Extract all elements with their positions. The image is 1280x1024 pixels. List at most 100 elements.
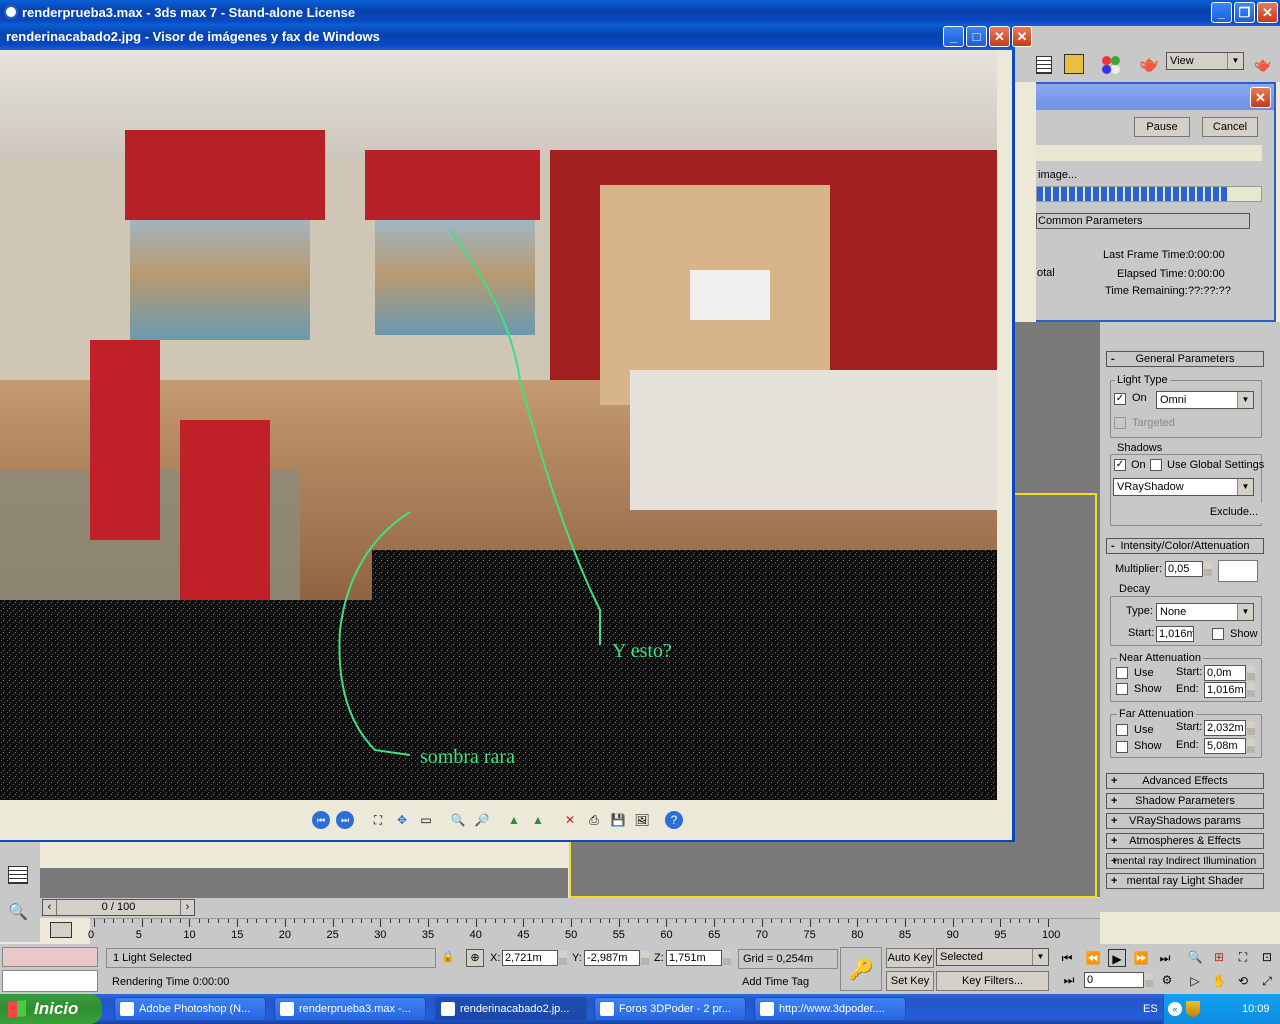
quick-render-icon[interactable]: 🫖 bbox=[1252, 56, 1274, 76]
delete-icon[interactable]: ✕ bbox=[561, 811, 579, 829]
time-config-icon[interactable]: ⚙ bbox=[1158, 971, 1176, 989]
exclude-button[interactable]: Exclude... bbox=[1206, 503, 1262, 523]
use-global-checkbox[interactable] bbox=[1150, 459, 1162, 471]
max-minimize-button[interactable]: _ bbox=[1211, 2, 1232, 23]
image-viewer-title-bar[interactable]: renderinacabado2.jpg - Visor de imágenes… bbox=[0, 24, 1015, 50]
taskbar-item-3dpoder-url[interactable]: http://www.3dpoder.... bbox=[754, 997, 906, 1021]
far-start-spinner[interactable]: 2,032m bbox=[1204, 720, 1255, 736]
max-title-bar[interactable]: renderprueba3.max - 3ds max 7 - Stand-al… bbox=[0, 0, 1280, 26]
shadow-type-dropdown[interactable]: VRayShadow ▼ bbox=[1113, 478, 1254, 496]
prev-frame-icon[interactable]: ⏪ bbox=[1084, 949, 1102, 967]
tray-clock[interactable]: 10:09 bbox=[1242, 994, 1270, 1024]
mental-ray-light-shader-rollout[interactable]: + mental ray Light Shader bbox=[1106, 873, 1264, 889]
taskbar-item-photoshop[interactable]: Adobe Photoshop (N... bbox=[114, 997, 266, 1021]
security-shield-icon[interactable] bbox=[1186, 1001, 1200, 1017]
trackbar-area[interactable] bbox=[40, 868, 568, 898]
targeted-checkbox[interactable] bbox=[1114, 417, 1126, 429]
current-frame-field[interactable]: 0 bbox=[1084, 972, 1153, 988]
light-color-swatch[interactable] bbox=[1218, 560, 1258, 582]
key-filters-button[interactable]: Key Filters... bbox=[936, 971, 1049, 991]
atmospheres-effects-rollout[interactable]: + Atmospheres & Effects bbox=[1106, 833, 1264, 849]
zoom-icon[interactable]: 🔍 bbox=[1186, 948, 1204, 966]
extra-close-button[interactable]: ✕ bbox=[1012, 26, 1032, 47]
render-view-dropdown[interactable]: View ▼ bbox=[1166, 52, 1244, 70]
best-fit-icon[interactable]: ⛶ bbox=[369, 811, 387, 829]
mental-ray-indirect-rollout[interactable]: + mental ray Indirect Illumination bbox=[1106, 853, 1264, 869]
cancel-button[interactable]: Cancel bbox=[1202, 117, 1258, 137]
render-scene-icon[interactable]: 🫖 bbox=[1138, 54, 1160, 76]
near-show-checkbox[interactable] bbox=[1116, 683, 1128, 695]
transform-type-in-icon[interactable]: ⊕ bbox=[466, 949, 484, 967]
decay-show-checkbox[interactable] bbox=[1212, 628, 1224, 640]
far-end-spinner[interactable]: 5,08m bbox=[1204, 738, 1255, 754]
maxscript-listener-top[interactable] bbox=[2, 947, 98, 967]
frame-ruler[interactable]: 0 5 10 15 20 25 30 35 40 45 50 55 60 65 70 75 80 85 90 95 10… bbox=[88, 918, 1100, 944]
x-coordinate-field[interactable]: 2,721m bbox=[502, 950, 567, 966]
material-editor-icon[interactable] bbox=[1100, 54, 1122, 76]
viewer-maximize-button[interactable]: □ bbox=[966, 26, 987, 47]
light-on-checkbox[interactable]: ✓ bbox=[1114, 393, 1126, 405]
max-close-button[interactable]: ✕ bbox=[1257, 2, 1278, 23]
render-dialog-title-bar[interactable] bbox=[1036, 84, 1274, 110]
intensity-rollout[interactable]: - Intensity/Color/Attenuation bbox=[1106, 538, 1264, 554]
start-button[interactable]: Inicio bbox=[0, 994, 102, 1024]
set-key-button[interactable]: Set Key bbox=[886, 971, 934, 991]
print-icon[interactable]: ⎙ bbox=[585, 811, 603, 829]
common-parameters-header[interactable]: Common Parameters bbox=[1036, 213, 1250, 229]
track-view-icon[interactable] bbox=[8, 866, 28, 884]
near-start-spinner[interactable]: 0,0m bbox=[1204, 665, 1255, 681]
maximize-viewport-icon[interactable]: ⤢ bbox=[1258, 972, 1276, 990]
zoom-extents-icon[interactable]: 🔍 bbox=[6, 902, 30, 924]
viewer-close-button[interactable]: ✕ bbox=[989, 26, 1010, 47]
general-parameters-rollout[interactable]: - General Parameters bbox=[1106, 351, 1264, 367]
actual-size-icon[interactable]: ✥ bbox=[393, 811, 411, 829]
far-use-checkbox[interactable] bbox=[1116, 724, 1128, 736]
auto-key-button[interactable]: Auto Key bbox=[886, 948, 934, 968]
key-mode-toggle-icon[interactable]: ⏭ bbox=[1060, 971, 1078, 989]
render-dialog-close-button[interactable]: ✕ bbox=[1250, 87, 1271, 108]
lock-icon[interactable]: 🔒 bbox=[441, 950, 455, 966]
y-coordinate-field[interactable]: -2,987m bbox=[584, 950, 649, 966]
shadows-on-checkbox[interactable]: ✓ bbox=[1114, 459, 1126, 471]
max-restore-button[interactable]: ❐ bbox=[1234, 2, 1255, 23]
rotate-clockwise-icon[interactable]: ▲ bbox=[505, 811, 523, 829]
taskbar-item-image-viewer[interactable]: renderinacabado2.jp... bbox=[435, 997, 587, 1021]
decay-start-spinner[interactable]: 1,016m bbox=[1156, 626, 1194, 642]
rotate-counterclockwise-icon[interactable]: ▲ bbox=[529, 811, 547, 829]
far-show-checkbox[interactable] bbox=[1116, 741, 1128, 753]
save-icon[interactable]: 💾 bbox=[609, 811, 627, 829]
key-mode-dropdown[interactable]: Selected ▼ bbox=[936, 948, 1049, 966]
pause-button[interactable]: Pause bbox=[1134, 117, 1190, 137]
slideshow-icon[interactable]: ▭ bbox=[417, 811, 435, 829]
viewer-minimize-button[interactable]: _ bbox=[943, 26, 964, 47]
play-icon[interactable]: ▶ bbox=[1108, 949, 1126, 967]
taskbar-item-3dsmax[interactable]: renderprueba3.max -... bbox=[274, 997, 426, 1021]
next-image-icon[interactable]: ⏭ bbox=[336, 811, 354, 829]
decay-type-dropdown[interactable]: None ▼ bbox=[1156, 603, 1254, 621]
tray-back-icon[interactable]: « bbox=[1168, 1002, 1182, 1016]
zoom-extents-all-icon[interactable]: ⊡ bbox=[1258, 948, 1276, 966]
zoom-in-icon[interactable]: 🔍 bbox=[449, 811, 467, 829]
zoom-all-icon[interactable]: ⊞ bbox=[1210, 948, 1228, 966]
previous-image-icon[interactable]: ⏮ bbox=[312, 811, 330, 829]
arc-rotate-icon[interactable]: ⟲ bbox=[1234, 972, 1252, 990]
z-coordinate-field[interactable]: 1,751m bbox=[666, 950, 731, 966]
curve-editor-icon[interactable] bbox=[1064, 54, 1084, 74]
goto-end-icon[interactable]: ⏭ bbox=[1156, 949, 1174, 967]
layer-manager-icon[interactable] bbox=[1036, 56, 1052, 74]
next-frame-icon[interactable]: ⏩ bbox=[1132, 949, 1150, 967]
multiplier-spinner[interactable]: 0,05 bbox=[1165, 561, 1212, 577]
edit-image-icon[interactable]: 🖼 bbox=[633, 811, 651, 829]
shadow-parameters-rollout[interactable]: + Shadow Parameters bbox=[1106, 793, 1264, 809]
goto-start-icon[interactable]: ⏮ bbox=[1058, 949, 1076, 967]
slider-next-arrow[interactable]: › bbox=[180, 900, 194, 915]
zoom-out-icon[interactable]: 🔎 bbox=[473, 811, 491, 829]
language-indicator[interactable]: ES bbox=[1143, 994, 1158, 1024]
pan-icon[interactable]: ✋ bbox=[1210, 972, 1228, 990]
light-type-dropdown[interactable]: Omni ▼ bbox=[1156, 391, 1254, 409]
vrayshadows-params-rollout[interactable]: + VRayShadows params bbox=[1106, 813, 1264, 829]
timeline-config-icon[interactable] bbox=[50, 922, 72, 938]
zoom-extents-selected-icon[interactable]: ⛶ bbox=[1234, 948, 1252, 966]
field-of-view-icon[interactable]: ▷ bbox=[1186, 972, 1204, 990]
taskbar-item-foros-3dpoder[interactable]: Foros 3DPoder - 2 pr... bbox=[594, 997, 746, 1021]
